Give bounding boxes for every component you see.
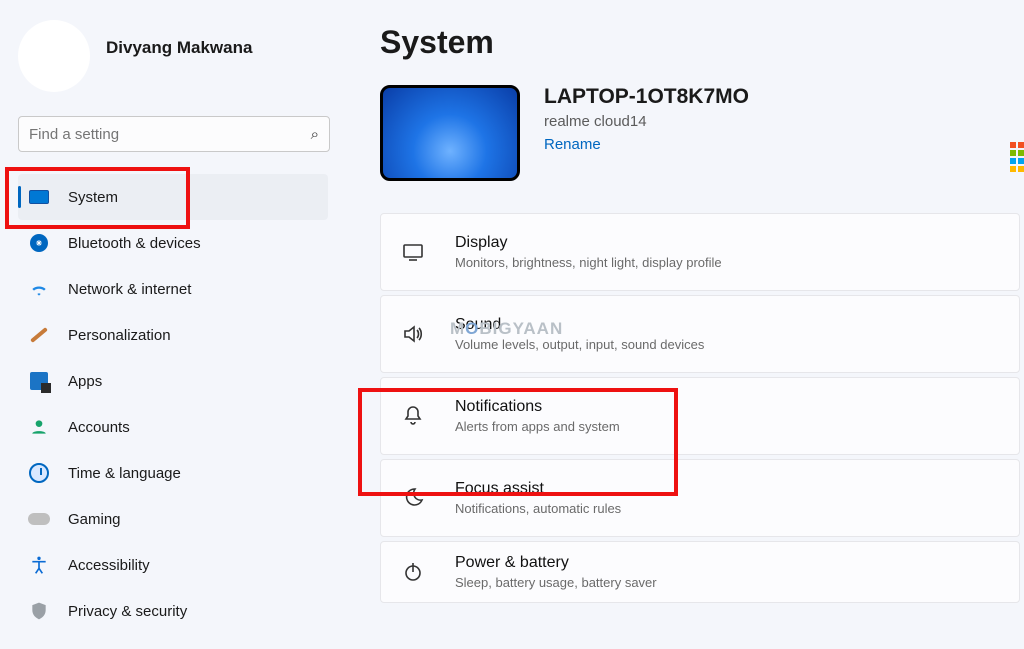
sidebar: Divyang Makwana ⌕ System ⁕ Bluetooth & d…: [0, 0, 340, 649]
nav-label: Gaming: [68, 511, 121, 528]
nav-item-personalization[interactable]: Personalization: [18, 312, 328, 358]
card-title: Notifications: [455, 398, 620, 416]
card-notifications[interactable]: Notifications Alerts from apps and syste…: [380, 377, 1020, 455]
rename-link[interactable]: Rename: [544, 136, 601, 153]
card-subtitle: Alerts from apps and system: [455, 419, 620, 434]
paintbrush-icon: [28, 324, 50, 346]
sound-icon: [399, 322, 427, 346]
apps-icon: [28, 370, 50, 392]
nav-label: Time & language: [68, 465, 181, 482]
display-icon: [399, 240, 427, 264]
card-sound[interactable]: Sound Volume levels, output, input, soun…: [380, 295, 1020, 373]
device-info: LAPTOP-1OT8K7MO realme cloud14 Rename: [544, 85, 749, 154]
device-row: LAPTOP-1OT8K7MO realme cloud14 Rename: [380, 85, 1024, 181]
nav-label: Personalization: [68, 327, 171, 344]
nav-label: Accessibility: [68, 557, 150, 574]
bluetooth-icon: ⁕: [28, 232, 50, 254]
nav-label: Apps: [68, 373, 102, 390]
nav-item-accounts[interactable]: Accounts: [18, 404, 328, 450]
nav-label: Accounts: [68, 419, 130, 436]
device-model: realme cloud14: [544, 113, 749, 130]
nav-label: Privacy & security: [68, 603, 187, 620]
page-title: System: [380, 24, 1024, 61]
card-subtitle: Volume levels, output, input, sound devi…: [455, 337, 704, 352]
card-display[interactable]: Display Monitors, brightness, night ligh…: [380, 213, 1020, 291]
nav-item-gaming[interactable]: Gaming: [18, 496, 328, 542]
user-name: Divyang Makwana: [106, 38, 252, 58]
card-subtitle: Sleep, battery usage, battery saver: [455, 575, 657, 590]
nav-item-bluetooth[interactable]: ⁕ Bluetooth & devices: [18, 220, 328, 266]
nav-item-network[interactable]: Network & internet: [18, 266, 328, 312]
search-input[interactable]: [29, 126, 311, 143]
device-thumbnail: [380, 85, 520, 181]
power-icon: [399, 560, 427, 584]
person-icon: [28, 416, 50, 438]
moon-icon: [399, 486, 427, 510]
nav-item-time-language[interactable]: Time & language: [18, 450, 328, 496]
search-field[interactable]: ⌕: [18, 116, 330, 152]
accessibility-icon: [28, 554, 50, 576]
device-name: LAPTOP-1OT8K7MO: [544, 85, 749, 109]
settings-list: Display Monitors, brightness, night ligh…: [380, 213, 1020, 603]
shield-icon: [28, 600, 50, 622]
nav-item-system[interactable]: System: [18, 174, 328, 220]
nav-item-privacy[interactable]: Privacy & security: [18, 588, 328, 634]
monitor-icon: [28, 186, 50, 208]
user-block: Divyang Makwana: [18, 20, 328, 92]
nav-label: Bluetooth & devices: [68, 235, 201, 252]
bell-icon: [399, 404, 427, 428]
nav-list: System ⁕ Bluetooth & devices Network & i…: [18, 174, 328, 634]
card-focus-assist[interactable]: Focus assist Notifications, automatic ru…: [380, 459, 1020, 537]
main-content: System LAPTOP-1OT8K7MO realme cloud14 Re…: [380, 24, 1024, 649]
card-title: Focus assist: [455, 480, 621, 498]
nav-label: System: [68, 189, 118, 206]
card-subtitle: Notifications, automatic rules: [455, 501, 621, 516]
card-title: Power & battery: [455, 554, 657, 572]
nav-label: Network & internet: [68, 281, 191, 298]
clock-globe-icon: [28, 462, 50, 484]
card-title: Display: [455, 234, 722, 252]
gamepad-icon: [28, 508, 50, 530]
avatar[interactable]: [18, 20, 90, 92]
card-subtitle: Monitors, brightness, night light, displ…: [455, 255, 722, 270]
nav-item-accessibility[interactable]: Accessibility: [18, 542, 328, 588]
nav-item-apps[interactable]: Apps: [18, 358, 328, 404]
search-icon: ⌕: [311, 126, 319, 143]
card-power-battery[interactable]: Power & battery Sleep, battery usage, ba…: [380, 541, 1020, 603]
wifi-icon: [28, 278, 50, 300]
microsoft-logo-partial: [1010, 142, 1024, 170]
card-title: Sound: [455, 316, 704, 334]
